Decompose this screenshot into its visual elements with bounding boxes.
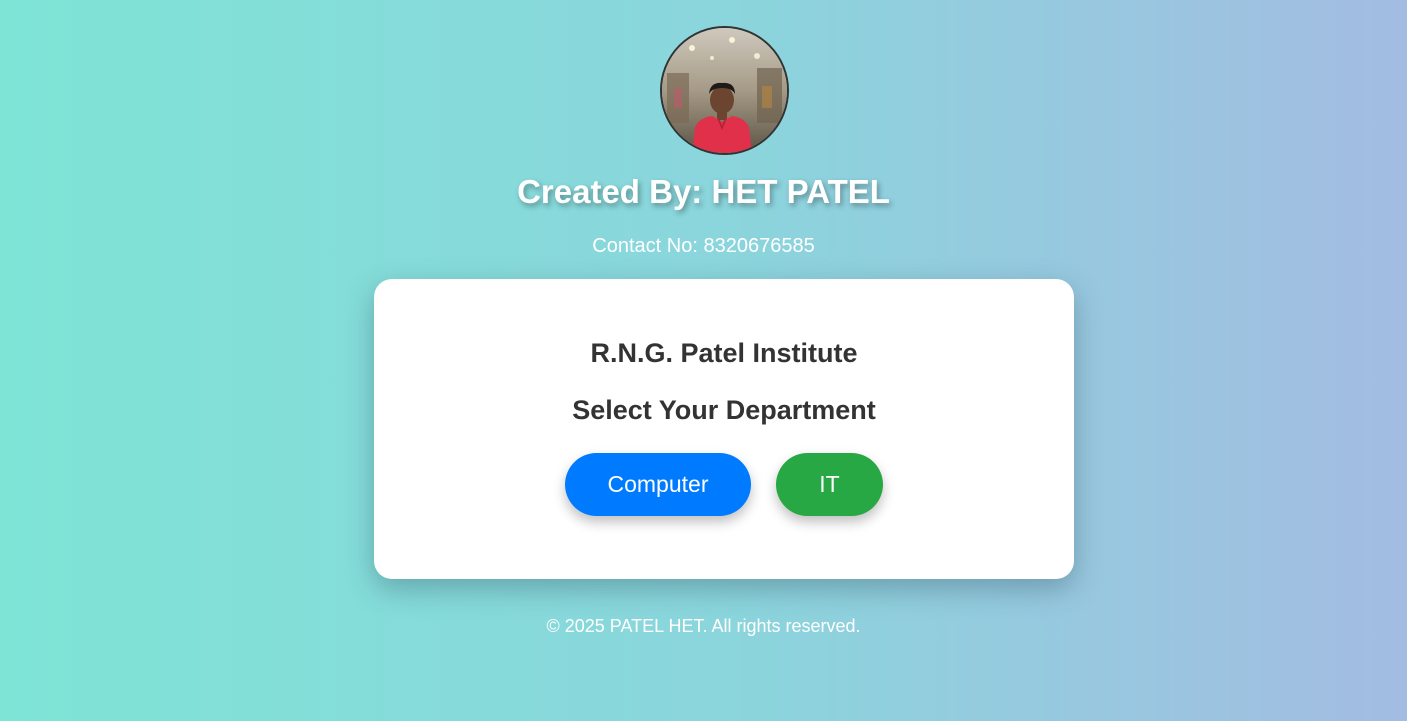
- profile-photo-icon: [662, 28, 787, 153]
- creator-title: Created By: HET PATEL: [517, 173, 890, 210]
- department-heading: Select Your Department: [572, 395, 876, 425]
- footer-copyright: © 2025 PATEL HET. All rights reserved.: [546, 616, 861, 636]
- computer-department-button[interactable]: Computer: [565, 453, 751, 516]
- contact-number: Contact No: 8320676585: [592, 235, 815, 257]
- it-department-button[interactable]: IT: [776, 453, 883, 516]
- institute-name: R.N.G. Patel Institute: [590, 338, 858, 368]
- department-card: R.N.G. Patel Institute Select Your Depar…: [374, 279, 1074, 579]
- profile-avatar: [660, 26, 789, 155]
